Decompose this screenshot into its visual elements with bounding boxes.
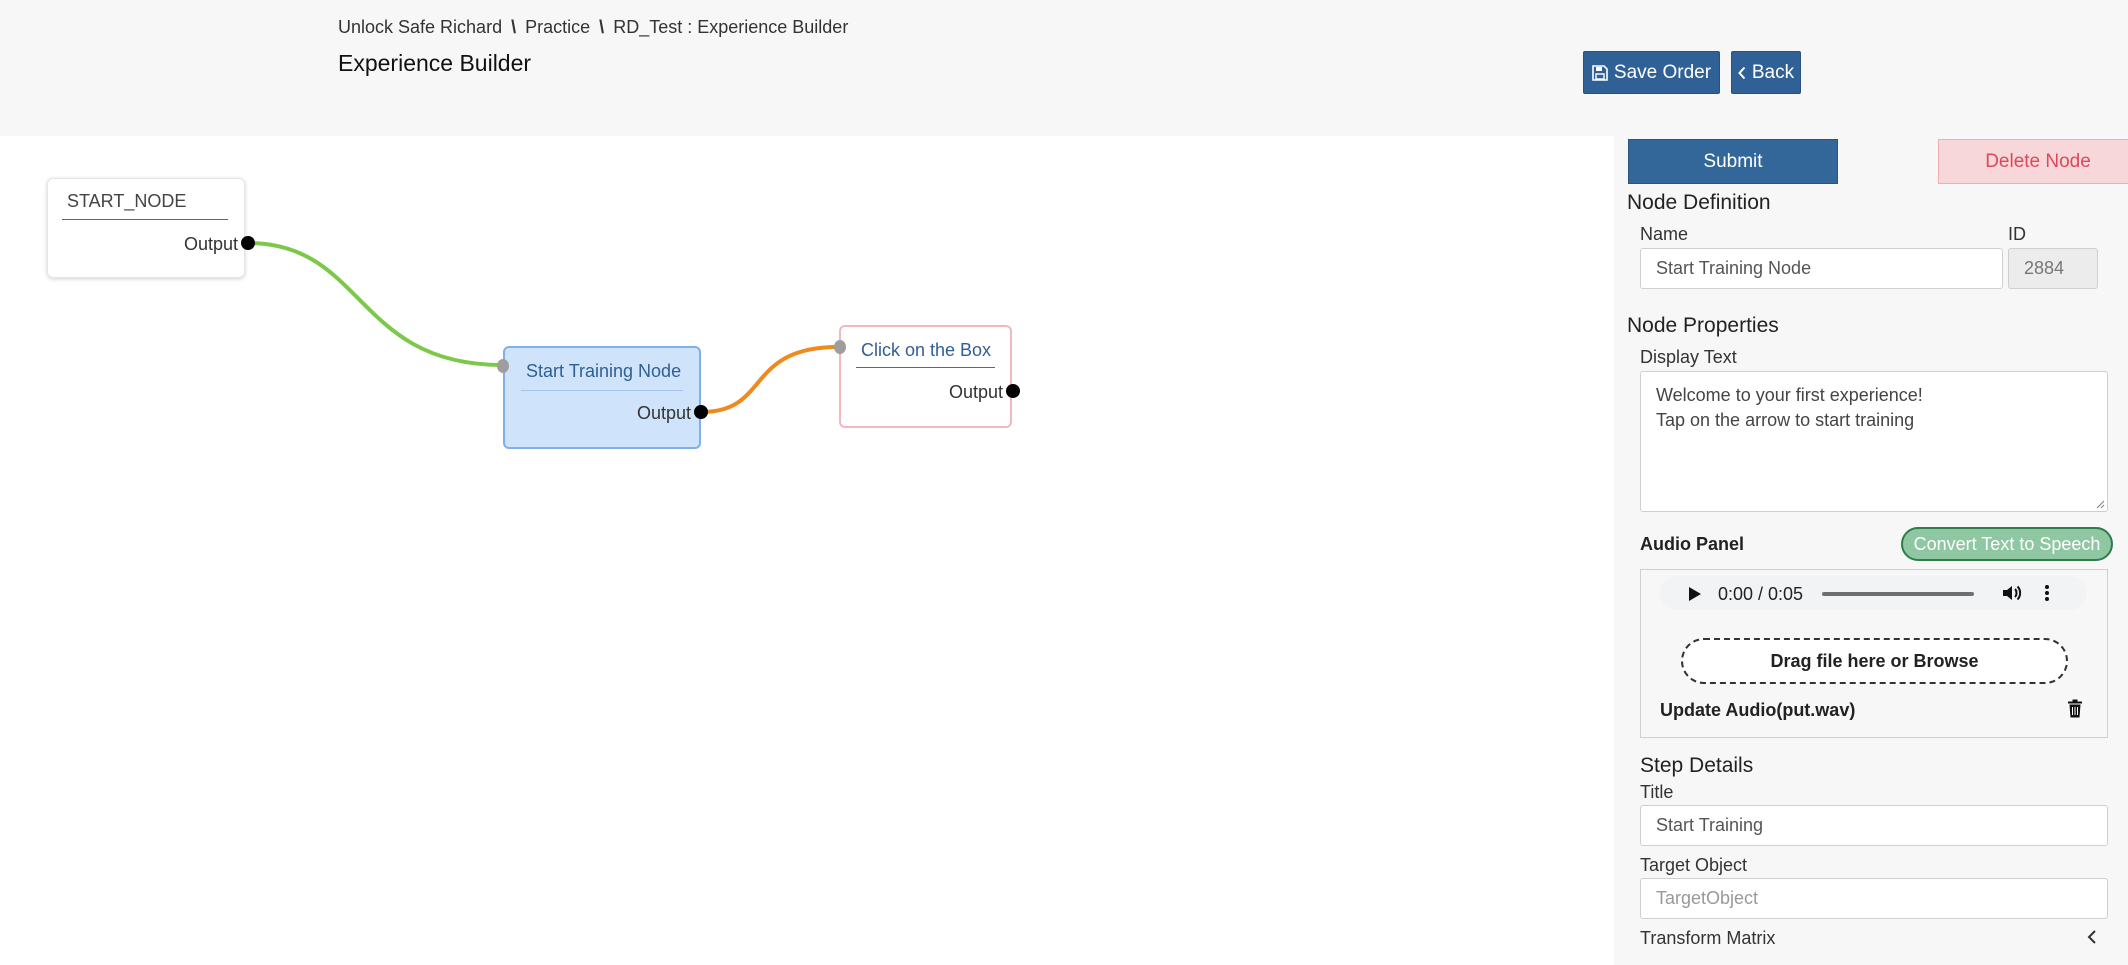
display-text-line: Tap on the arrow to start training [1656,410,1915,430]
node-click-on-box[interactable]: Click on the Box Output [834,325,1020,428]
node-start-training[interactable]: Start Training Node Output [497,346,708,449]
update-audio-label: Update Audio(put.wav) [1660,700,1856,720]
input-port[interactable] [497,359,509,373]
resize-handle-icon[interactable] [2095,499,2105,509]
step-details-heading: Step Details [1640,754,1754,777]
node-divider [62,219,228,220]
save-icon [1592,64,1608,81]
save-order-button[interactable]: Save Order [1583,51,1720,94]
breadcrumb-item-practice[interactable]: Practice [525,17,590,37]
output-port[interactable] [1006,384,1020,398]
save-order-label: Save Order [1613,61,1712,83]
audio-panel: 0:00 / 0:05 Drag file here or Browse Upd… [1640,569,2108,738]
breadcrumb-separator: \ [511,17,517,37]
input-port[interactable] [834,340,846,354]
name-label: Name [1640,224,1689,244]
convert-text-to-speech-button[interactable]: Convert Text to Speech [1901,527,2113,561]
target-object-label: Target Object [1640,855,1748,875]
audio-progress-bar[interactable] [1822,592,1974,596]
delete-node-button[interactable]: Delete Node [1938,139,2128,184]
node-title: Start Training Node [526,361,682,381]
chevron-left-icon[interactable] [2087,929,2097,945]
breadcrumb: Unlock Safe Richard \ Practice \ RD_Test… [338,17,848,38]
back-label: Back [1751,61,1795,83]
node-properties-heading: Node Properties [1627,314,1779,337]
transform-matrix-label: Transform Matrix [1640,928,1776,948]
trash-icon[interactable] [2067,699,2083,718]
node-output-label: Output [184,234,239,254]
audio-panel-heading: Audio Panel [1640,534,1745,554]
node-divider [856,367,995,368]
node-title: Click on the Box [861,340,992,360]
node-output-label: Output [637,403,692,423]
audio-player: 0:00 / 0:05 [1660,576,2087,610]
back-button[interactable]: Back [1731,51,1801,94]
chevron-left-icon [1738,66,1746,79]
node-editor-panel: Submit Delete Node Node Definition Name … [1614,136,2128,965]
breadcrumb-item-project[interactable]: Unlock Safe Richard [338,17,502,37]
id-input: 2884 [2008,248,2098,289]
page-title: Experience Builder [338,50,532,76]
audio-file-dropzone[interactable]: Drag file here or Browse [1681,638,2068,684]
target-object-input[interactable]: TargetObject [1640,878,2108,919]
breadcrumb-separator: \ [599,17,605,37]
output-port[interactable] [241,236,255,250]
volume-icon[interactable] [2002,584,2022,602]
breadcrumb-item-current: RD_Test : Experience Builder [613,17,849,37]
node-definition-heading: Node Definition [1627,191,1771,214]
node-divider [521,390,683,391]
page-header: Unlock Safe Richard \ Practice \ RD_Test… [0,0,2128,136]
node-output-label: Output [949,382,1004,402]
connection-start-to-training [247,241,503,367]
id-label: ID [2008,224,2026,244]
play-icon[interactable] [1689,587,1701,601]
more-options-icon[interactable] [2044,584,2050,602]
title-input[interactable]: Start Training [1640,805,2108,846]
display-text-textarea[interactable]: Welcome to your first experience! Tap on… [1640,371,2108,512]
audio-time: 0:00 / 0:05 [1718,584,1804,604]
node-start[interactable]: START_NODE Output [47,178,255,278]
name-input[interactable]: Start Training Node [1640,248,2003,289]
connection-training-to-click [701,345,839,414]
node-canvas[interactable]: START_NODE Output Start Training Node Ou… [0,136,1614,965]
display-text-label: Display Text [1640,347,1737,367]
title-label: Title [1640,782,1674,802]
submit-button[interactable]: Submit [1628,139,1838,184]
node-title: START_NODE [67,191,187,211]
output-port[interactable] [694,405,708,419]
display-text-line: Welcome to your first experience! [1656,385,1923,405]
